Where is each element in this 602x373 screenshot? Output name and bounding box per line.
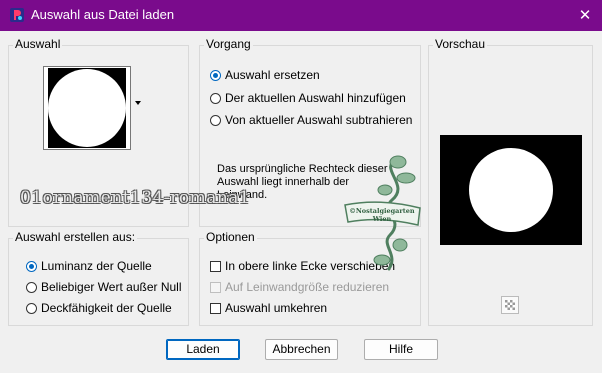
watermark-text: 01ornament134-romana1: [20, 188, 251, 208]
selection-thumbnail[interactable]: [43, 66, 131, 150]
stamp-text-line-2: Wien: [372, 215, 392, 223]
radio-label: Von aktueller Auswahl subtrahieren: [225, 113, 413, 127]
checkbox-label: Auswahl umkehren: [225, 301, 328, 315]
radio-subtract-selection[interactable]: Von aktueller Auswahl subtrahieren: [210, 113, 412, 127]
window-title: Auswahl aus Datei laden: [31, 7, 175, 22]
radio-button[interactable]: [210, 114, 221, 126]
stamp-text-line-1: ©Nostalgiegarten: [349, 207, 415, 215]
checkbox[interactable]: [210, 302, 221, 314]
transparency-toggle-icon[interactable]: [501, 296, 519, 314]
ornament-stamp-image: ©Nostalgiegarten Wien: [344, 155, 421, 271]
radio-replace-selection[interactable]: Auswahl ersetzen: [210, 68, 320, 82]
title-bar: Auswahl aus Datei laden ✕: [0, 0, 602, 31]
checkbox[interactable]: [210, 260, 221, 272]
load-button[interactable]: Laden: [166, 339, 240, 360]
preview-image: [440, 135, 582, 245]
checkbox-crop-to-canvas: Auf Leinwandgröße reduzieren: [210, 280, 389, 294]
help-button[interactable]: Hilfe: [364, 339, 438, 360]
vorschau-group-label: Vorschau: [433, 37, 488, 51]
vorschau-group: Vorschau: [428, 37, 593, 326]
radio-label: Auswahl ersetzen: [225, 68, 320, 82]
checkbox-label: Auf Leinwandgröße reduzieren: [225, 280, 390, 294]
radio-button[interactable]: [26, 302, 37, 314]
vorgang-group-label: Vorgang: [204, 37, 253, 51]
radio-button[interactable]: [210, 92, 221, 104]
radio-button-selected[interactable]: [210, 69, 221, 81]
selection-thumbnail-image: [48, 68, 126, 148]
cancel-button[interactable]: Abbrechen: [265, 339, 338, 360]
auswahl-group-label: Auswahl: [13, 37, 63, 51]
radio-opacity[interactable]: Deckfähigkeit der Quelle: [26, 301, 172, 315]
radio-label: Luminanz der Quelle: [41, 259, 152, 273]
close-icon[interactable]: ✕: [568, 0, 602, 31]
radio-label: Deckfähigkeit der Quelle: [41, 301, 172, 315]
radio-label: Der aktuellen Auswahl hinzufügen: [225, 91, 406, 105]
radio-add-to-selection[interactable]: Der aktuellen Auswahl hinzufügen: [210, 91, 406, 105]
radio-luminance[interactable]: Luminanz der Quelle: [26, 259, 152, 273]
paintshop-app-icon: [10, 8, 24, 22]
checkbox-disabled: [210, 281, 221, 293]
radio-button-selected[interactable]: [26, 260, 37, 272]
radio-label: Beliebiger Wert außer Null: [41, 280, 182, 294]
radio-button[interactable]: [26, 281, 37, 293]
optionen-group-label: Optionen: [204, 230, 257, 244]
erstellen-group-label: Auswahl erstellen aus:: [13, 230, 138, 244]
checkbox-invert-selection[interactable]: Auswahl umkehren: [210, 301, 327, 315]
dropdown-arrow-icon[interactable]: [135, 101, 141, 105]
radio-nonzero[interactable]: Beliebiger Wert außer Null: [26, 280, 182, 294]
